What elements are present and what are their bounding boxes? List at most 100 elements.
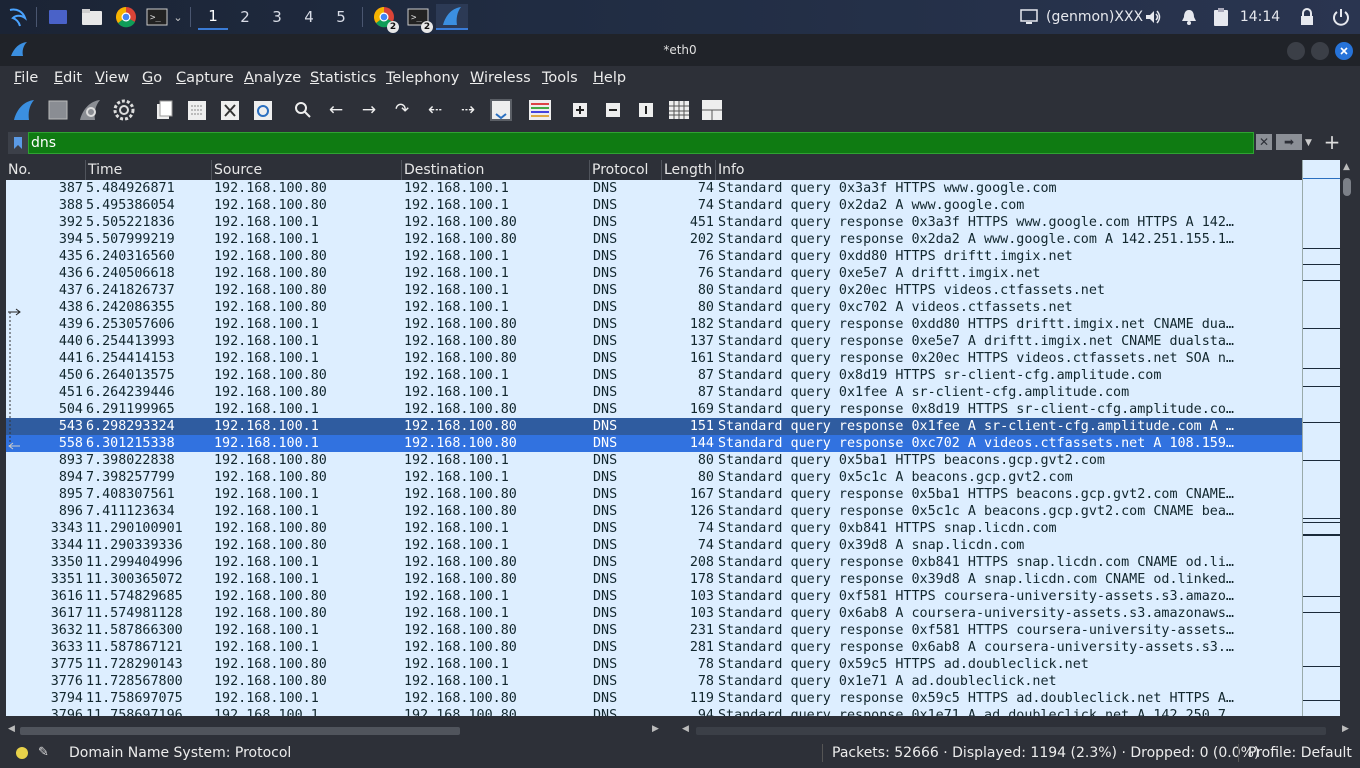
go-forward-icon[interactable]: → [355,96,383,124]
vertical-scrollbar[interactable]: ▲ [1340,160,1354,716]
zoom-out-icon[interactable] [599,96,627,124]
minimize-button[interactable] [1287,42,1305,60]
menu-wireless[interactable]: Wireless [470,68,531,88]
packet-row[interactable]: 3351 11.300365072 192.168.100.1 192.168.100… [6,571,1302,588]
chrome-window-button[interactable]: 2 [372,4,399,33]
workspace-5[interactable]: 5 [326,4,356,30]
maximize-button[interactable] [1311,42,1329,60]
filter-history-dropdown-icon[interactable]: ▼ [1305,132,1317,154]
packet-row[interactable]: 3350 11.299404996 192.168.100.1 192.168.100… [6,554,1302,571]
clear-filter-button[interactable]: ✕ [1256,134,1272,150]
apply-filter-button[interactable]: ➡ [1276,134,1302,150]
close-button[interactable] [1335,42,1353,60]
horizontal-scrollbar[interactable]: ◀ ▶ ◀ ▶ [6,724,1354,738]
go-to-packet-icon[interactable]: ↷ [388,96,416,124]
last-packet-icon[interactable]: ⇢ [454,96,482,124]
packet-minimap[interactable] [1302,160,1341,716]
title-bar[interactable]: *eth0 [0,34,1360,66]
packet-row[interactable]: 439 6.253057606 192.168.100.1 192.168.100.8… [6,316,1302,333]
clock[interactable]: 14:14 [1238,4,1282,30]
packet-row[interactable]: 451 6.264239446 192.168.100.80 192.168.100.… [6,384,1302,401]
add-filter-button[interactable]: + [1322,132,1342,154]
packet-row[interactable]: 3633 11.587867121 192.168.100.1 192.168.100… [6,639,1302,656]
capture-options-gear-icon[interactable] [110,96,138,124]
packet-row[interactable]: 388 5.495386054 192.168.100.80 192.168.100.… [6,197,1302,214]
edit-comment-icon[interactable]: ✎ [38,745,52,760]
filter-bookmark-icon[interactable] [8,132,28,154]
menu-capture[interactable]: Capture [176,68,234,88]
packet-row[interactable]: 450 6.264013575 192.168.100.80 192.168.100.… [6,367,1302,384]
start-capture-icon[interactable] [10,96,38,124]
column-header-destination[interactable]: Destination [402,160,590,180]
terminal-launcher-icon[interactable]: >_ [146,4,168,30]
packet-row[interactable]: 392 5.505221836 192.168.100.1 192.168.100.8… [6,214,1302,231]
zoom-in-icon[interactable] [566,96,594,124]
workspace-2[interactable]: 2 [230,4,260,30]
notification-bell-icon[interactable] [1178,4,1200,30]
autoscroll-icon[interactable] [487,96,515,124]
menu-edit[interactable]: Edit [54,68,82,88]
show-desktop-icon[interactable] [46,4,70,30]
horizontal-scroll-thumb[interactable] [20,727,460,735]
column-header-info[interactable]: Info [716,160,1302,180]
open-file-icon[interactable] [150,96,178,124]
chrome-launcher-icon[interactable] [114,4,138,30]
packet-row[interactable]: 438 6.242086355 192.168.100.80 192.168.100.… [6,299,1302,316]
terminal-window-button[interactable]: >_ 2 [406,4,433,33]
menu-go[interactable]: Go [142,68,162,88]
display-icon[interactable] [1018,4,1040,30]
go-back-icon[interactable]: ← [322,96,350,124]
wireshark-window-button[interactable] [436,4,468,30]
normal-size-icon[interactable] [632,96,660,124]
packet-row[interactable]: 436 6.240506618 192.168.100.80 192.168.100.… [6,265,1302,282]
file-manager-icon[interactable] [80,4,104,30]
packet-row[interactable]: 435 6.240316560 192.168.100.80 192.168.100.… [6,248,1302,265]
packet-row[interactable]: 893 7.398022838 192.168.100.80 192.168.100.… [6,452,1302,469]
column-header-time[interactable]: Time [86,160,212,180]
packet-row[interactable]: 558 6.301215338 192.168.100.1 192.168.100.8… [6,435,1302,452]
stop-capture-icon[interactable] [44,96,72,124]
kali-menu-icon[interactable] [6,4,30,30]
packet-row[interactable]: 387 5.484926871 192.168.100.80 192.168.100.… [6,180,1302,197]
save-file-icon[interactable] [183,96,211,124]
packet-row[interactable]: 3776 11.728567800 192.168.100.80 192.168.10… [6,673,1302,690]
menu-view[interactable]: View [95,68,129,88]
packet-row[interactable]: 543 6.298293324 192.168.100.1 192.168.100.8… [6,418,1302,435]
column-header-source[interactable]: Source [212,160,402,180]
menu-statistics[interactable]: Statistics [310,68,376,88]
reload-file-icon[interactable] [249,96,277,124]
column-header-protocol[interactable]: Protocol [590,160,662,180]
volume-icon[interactable] [1142,4,1164,30]
restart-capture-icon[interactable] [76,96,104,124]
packet-row[interactable]: 3632 11.587866300 192.168.100.1 192.168.100… [6,622,1302,639]
packet-row[interactable]: 440 6.254413993 192.168.100.1 192.168.100.8… [6,333,1302,350]
menu-help[interactable]: Help [593,68,626,88]
find-packet-search-icon[interactable] [289,96,317,124]
column-header-no[interactable]: No. [6,160,86,180]
colorize-icon[interactable] [526,96,554,124]
packet-row[interactable]: 3617 11.574981128 192.168.100.80 192.168.10… [6,605,1302,622]
packet-row[interactable]: 3616 11.574829685 192.168.100.80 192.168.10… [6,588,1302,605]
workspace-3[interactable]: 3 [262,4,292,30]
expert-info-indicator[interactable] [16,747,28,759]
packet-row[interactable]: 3343 11.290100901 192.168.100.80 192.168.10… [6,520,1302,537]
status-profile[interactable]: Profile: Default [1248,745,1352,761]
menu-analyze[interactable]: Analyze [244,68,301,88]
resize-columns-icon[interactable] [665,96,693,124]
menu-tools[interactable]: Tools [542,68,578,88]
packet-row[interactable]: 3344 11.290339336 192.168.100.80 192.168.10… [6,537,1302,554]
packet-row[interactable]: 504 6.291199965 192.168.100.1 192.168.100.8… [6,401,1302,418]
packet-row[interactable]: 896 7.411123634 192.168.100.1 192.168.100.8… [6,503,1302,520]
display-filter-input[interactable] [28,132,1254,154]
lock-icon[interactable] [1296,4,1318,30]
first-packet-icon[interactable]: ⇠ [421,96,449,124]
packet-row[interactable]: 437 6.241826737 192.168.100.80 192.168.100.… [6,282,1302,299]
packet-row[interactable]: 3796 11.758697196 192.168.100.1 192.168.100… [6,707,1302,716]
chevron-down-icon[interactable]: ⌄ [170,4,186,30]
clipboard-icon[interactable] [1210,4,1232,30]
packet-row[interactable]: 895 7.408307561 192.168.100.1 192.168.100.8… [6,486,1302,503]
power-icon[interactable] [1330,4,1352,30]
menu-telephony[interactable]: Telephony [386,68,459,88]
vertical-scroll-thumb[interactable] [1343,178,1351,196]
packet-row[interactable]: 894 7.398257799 192.168.100.80 192.168.100.… [6,469,1302,486]
